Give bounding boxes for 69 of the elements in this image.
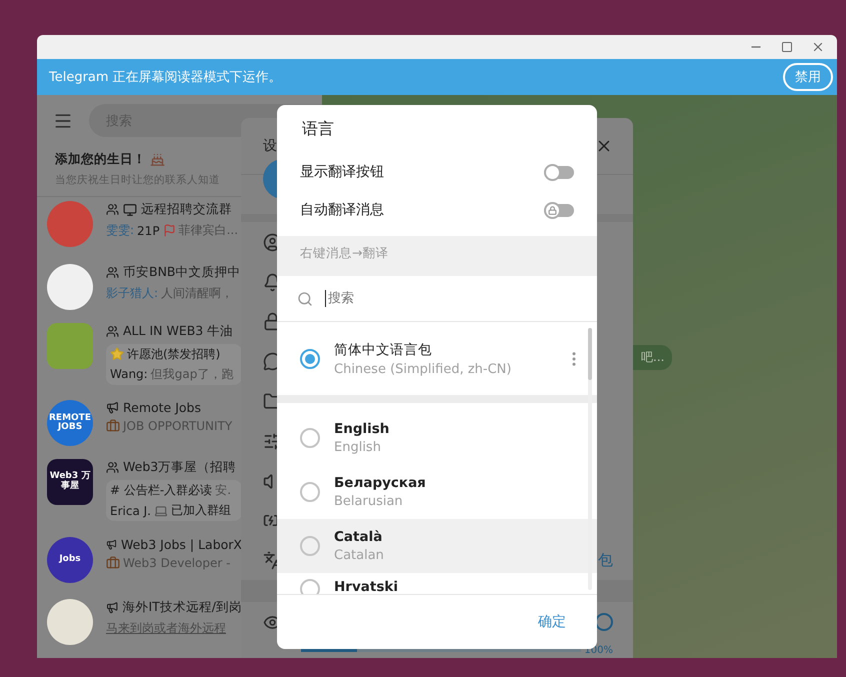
briefcase-icon <box>106 419 120 434</box>
disable-button[interactable]: 禁用 <box>783 63 833 91</box>
chat-title[interactable]: Web3 Jobs | LaborX <box>120 536 242 552</box>
group-icon <box>106 324 119 338</box>
language-native-name: English <box>334 440 382 455</box>
group-icon <box>106 203 119 216</box>
language-name: English <box>334 421 390 437</box>
message-preview: Web3 Developer - <box>123 556 230 570</box>
group-icon <box>106 266 119 280</box>
message-preview: 安. <box>215 482 232 500</box>
language-native-name: Chinese (Simplified, zh-CN) <box>334 362 512 376</box>
message-bubble: 吧... <box>633 345 672 370</box>
toggle-switch[interactable] <box>544 204 574 216</box>
language-value: 包 <box>598 551 613 570</box>
language-name: Hrvatski <box>334 579 399 594</box>
language-native-name: Belarusian <box>334 494 404 509</box>
avatar-logo-text: REMOTE JOBS <box>48 414 92 434</box>
radio-button[interactable] <box>300 579 320 594</box>
settings-title: 设 <box>263 136 277 155</box>
maximize-icon[interactable] <box>781 41 793 53</box>
ok-button[interactable]: 确定 <box>532 612 572 632</box>
laptop-icon <box>154 504 168 518</box>
radio-button[interactable] <box>300 482 320 502</box>
star-icon <box>110 347 124 362</box>
cake-icon <box>150 152 165 167</box>
language-item[interactable]: Català Catalan <box>277 519 597 573</box>
avatar-logo-text: Web3 万事屋 <box>48 472 92 492</box>
search-icon <box>297 290 313 306</box>
message-preview: 许愿池(禁发招聘) <box>127 346 220 363</box>
avatar-logo-text: Jobs <box>59 554 81 565</box>
language-name: Català <box>334 529 384 545</box>
language-name: 简体中文语言包 <box>334 340 433 358</box>
chat-title[interactable]: 远程招聘交流群 <box>141 201 232 218</box>
lock-icon <box>548 206 557 214</box>
hint-text: 右键消息→翻译 <box>277 236 597 276</box>
birthday-title: 添加您的生日！ <box>55 150 146 168</box>
banner-text: Telegram 正在屏幕阅读器模式下运作。 <box>49 69 282 86</box>
message-link[interactable]: 马来到岗或者海外远程 <box>106 620 226 638</box>
briefcase-icon <box>106 556 120 570</box>
message-preview: Erica J. <box>110 504 151 518</box>
flag-icon <box>162 224 176 238</box>
message-preview: 但我gap了，跑 <box>150 366 234 383</box>
toggle-label: 自动翻译消息 <box>300 201 384 219</box>
megaphone-icon <box>106 538 117 551</box>
message-preview: 人间清醒啊， <box>161 285 234 302</box>
message-preview: # 公告栏-入群必读 <box>110 482 212 500</box>
sender-name: 影子猎人: <box>106 285 158 302</box>
chat-title[interactable]: Web3万事屋（招聘 <box>123 459 236 476</box>
message-preview: 21P <box>137 224 160 238</box>
chat-title[interactable]: ALL IN WEB3 牛油 <box>123 322 234 340</box>
language-native-name: Catalan <box>334 548 385 563</box>
message-preview: 已加入群组 <box>170 502 231 520</box>
chat-title[interactable]: Remote Jobs <box>123 400 201 416</box>
radio-button[interactable] <box>300 536 320 556</box>
sender-name: 雯雯: <box>106 222 134 240</box>
language-name: Беларуская <box>334 475 427 491</box>
radio-button[interactable] <box>300 428 320 448</box>
group-icon <box>106 461 119 474</box>
toggle-label: 显示翻译按钮 <box>300 163 384 181</box>
chat-title[interactable]: 海外IT技术远程/到岗 <box>122 599 242 616</box>
megaphone-icon <box>106 401 119 414</box>
radio-button[interactable] <box>300 348 320 368</box>
message-preview: JOB OPPORTUNITY <box>123 419 232 434</box>
megaphone-icon <box>106 601 118 614</box>
toggle-switch[interactable] <box>544 166 574 178</box>
message-preview: Wang: <box>110 367 148 382</box>
message-preview: 菲律宾白... <box>178 222 238 240</box>
monitor-icon <box>123 202 137 217</box>
chat-title[interactable]: 币安BNB中文质押中 <box>123 264 241 282</box>
